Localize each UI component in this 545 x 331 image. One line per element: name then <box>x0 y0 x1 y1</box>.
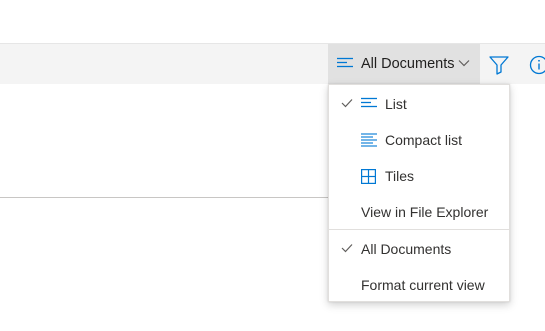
menu-item-label: Tiles <box>385 168 415 184</box>
view-switcher-button[interactable]: All Documents <box>328 44 480 84</box>
filter-icon[interactable] <box>488 54 510 76</box>
tiles-icon <box>361 169 376 184</box>
menu-separator <box>329 229 509 230</box>
info-icon[interactable] <box>528 54 545 76</box>
menu-item-list[interactable]: List <box>329 86 509 122</box>
menu-item-label: Format current view <box>361 277 485 293</box>
menu-item-view-in-file-explorer[interactable]: View in File Explorer <box>329 194 509 230</box>
lines-icon <box>337 57 353 68</box>
menu-item-label: All Documents <box>361 241 452 257</box>
checkmark-icon <box>341 99 353 108</box>
view-dropdown-menu: List Compact list Tiles View in File Exp… <box>328 84 510 302</box>
menu-item-label: View in File Explorer <box>361 204 489 220</box>
menu-item-all-documents[interactable]: All Documents <box>329 231 509 267</box>
menu-item-compact-list[interactable]: Compact list <box>329 122 509 158</box>
chevron-down-icon <box>458 60 470 67</box>
view-switcher-label: All Documents <box>361 56 455 72</box>
list-icon <box>361 97 377 108</box>
checkmark-icon <box>341 244 353 253</box>
compact-list-icon <box>361 133 377 147</box>
menu-item-label: Compact list <box>385 132 463 148</box>
menu-item-tiles[interactable]: Tiles <box>329 158 509 194</box>
menu-item-label: List <box>385 96 407 112</box>
page: All Documents List Compact list Tiles Vi… <box>0 0 545 331</box>
menu-item-format-current-view[interactable]: Format current view <box>329 267 509 303</box>
